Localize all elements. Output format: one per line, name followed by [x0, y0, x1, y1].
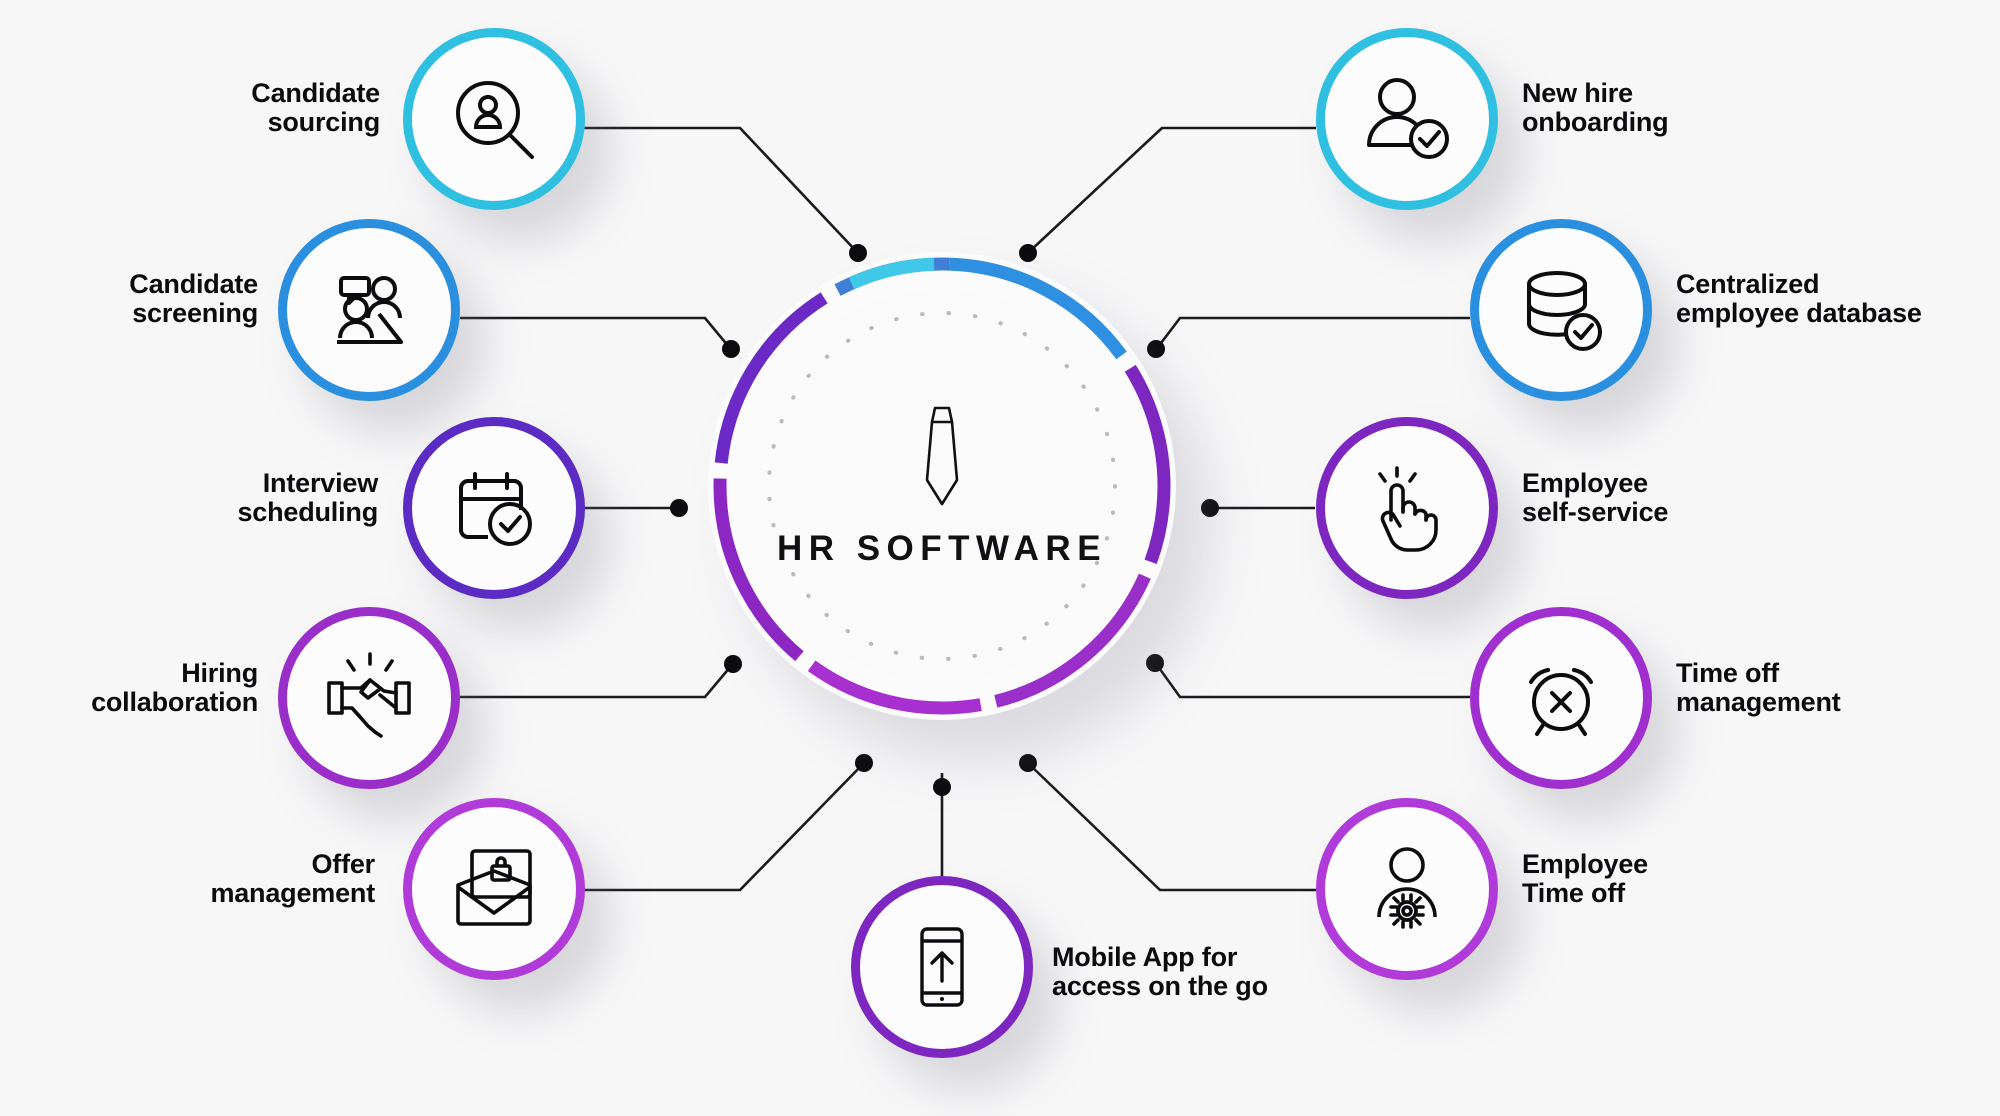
- wire-hiring-collaboration: [460, 665, 732, 699]
- person-search-icon: [446, 71, 542, 167]
- node-employee-self-service[interactable]: [1316, 417, 1498, 599]
- alarm-x-icon: [1515, 652, 1607, 744]
- label-new-hire-onboarding: New hire onboarding: [1522, 78, 1669, 137]
- wire-dot: [1019, 754, 1037, 772]
- person-check-icon: [1359, 71, 1455, 167]
- necktie-icon: [918, 404, 966, 513]
- hub-content: HR SOFTWARE: [708, 252, 1176, 720]
- node-new-hire-onboarding[interactable]: [1316, 28, 1498, 210]
- label-interview-scheduling: Interview scheduling: [237, 468, 378, 527]
- label-centralized-database: Centralized employee database: [1676, 269, 1922, 328]
- wire-centralized-database: [1156, 316, 1470, 348]
- wire-dot: [855, 754, 873, 772]
- wire-candidate-sourcing: [583, 126, 857, 252]
- label-candidate-screening: Candidate screening: [129, 269, 258, 328]
- wire-candidate-screening: [460, 316, 731, 348]
- node-mobile-app[interactable]: [851, 876, 1033, 1058]
- wire-offer-management: [583, 764, 863, 892]
- node-centralized-database[interactable]: [1470, 219, 1652, 401]
- wire-time-off-management: [1155, 664, 1470, 699]
- envelope-briefcase-icon: [446, 841, 542, 937]
- wire-employee-time-off: [1029, 764, 1316, 892]
- wire-dot: [1201, 499, 1219, 517]
- hub-title: HR SOFTWARE: [776, 528, 1108, 568]
- node-candidate-screening[interactable]: [278, 219, 460, 401]
- label-offer-management: Offer management: [210, 849, 375, 908]
- diagram-canvas: HR SOFTWARE Candidate sourcing Candidate…: [0, 0, 2000, 1116]
- node-interview-scheduling[interactable]: [403, 417, 585, 599]
- label-candidate-sourcing: Candidate sourcing: [251, 78, 380, 137]
- label-employee-time-off: Employee Time off: [1522, 849, 1648, 908]
- node-candidate-sourcing[interactable]: [403, 28, 585, 210]
- label-employee-self-service: Employee self-service: [1522, 468, 1669, 527]
- node-hiring-collaboration[interactable]: [278, 607, 460, 789]
- node-time-off-management[interactable]: [1470, 607, 1652, 789]
- node-employee-time-off[interactable]: [1316, 798, 1498, 980]
- wire-dot: [670, 499, 688, 517]
- person-gear-icon: [1359, 841, 1455, 937]
- mobile-upload-icon: [898, 923, 986, 1011]
- tap-hand-icon: [1361, 462, 1453, 554]
- wire-new-hire-onboarding: [1029, 126, 1316, 252]
- label-time-off-management: Time off management: [1676, 658, 1841, 717]
- database-check-icon: [1513, 262, 1609, 358]
- calendar-check-icon: [448, 462, 540, 554]
- node-offer-management[interactable]: [403, 798, 585, 980]
- label-hiring-collaboration: Hiring collaboration: [91, 658, 258, 717]
- handshake-icon: [321, 650, 417, 746]
- label-mobile-app: Mobile App for access on the go: [1052, 942, 1268, 1001]
- two-people-chat-icon: [323, 264, 415, 356]
- wire-dot: [933, 778, 951, 796]
